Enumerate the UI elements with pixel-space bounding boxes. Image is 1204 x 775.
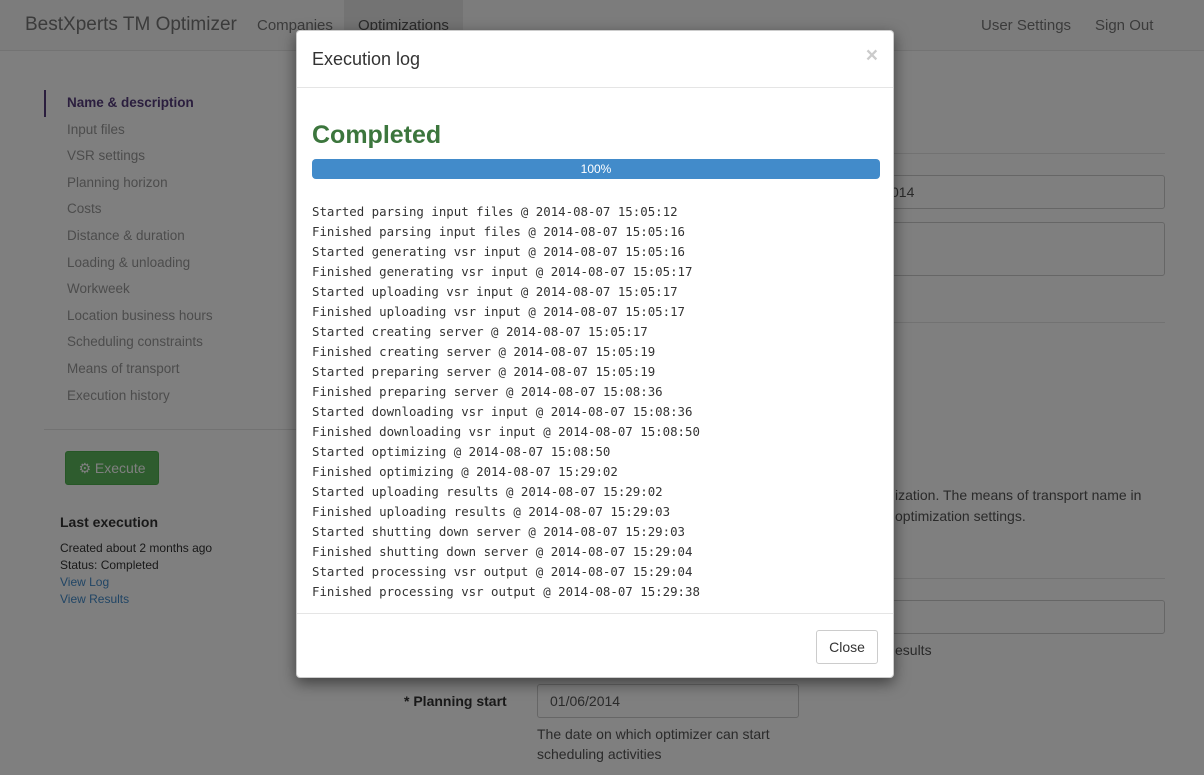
progress-bar: 100% (312, 159, 880, 179)
log-line: Started preparing server @ 2014-08-07 15… (312, 364, 656, 379)
status-heading: Completed (312, 121, 442, 149)
log-line: Started processing vsr output @ 2014-08-… (312, 564, 693, 579)
log-line: Finished creating server @ 2014-08-07 15… (312, 344, 656, 359)
log-line: Started creating server @ 2014-08-07 15:… (312, 324, 648, 339)
log-line: Started optimizing @ 2014-08-07 15:08:50 (312, 444, 611, 459)
close-button[interactable]: Close (816, 630, 878, 664)
log-line: Started parsing input files @ 2014-08-07… (312, 204, 678, 219)
log-line: Finished processing vsr output @ 2014-08… (312, 584, 700, 599)
log-line: Finished downloading vsr input @ 2014-08… (312, 424, 700, 439)
execution-log-modal: Execution log × Completed 100% Started p… (296, 30, 894, 678)
modal-title: Execution log (312, 49, 421, 69)
modal-header: Execution log × (297, 31, 893, 88)
progress-track: 100% (312, 159, 880, 179)
log-line: Finished optimizing @ 2014-08-07 15:29:0… (312, 464, 618, 479)
close-icon[interactable]: × (866, 45, 878, 66)
log-line: Finished generating vsr input @ 2014-08-… (312, 264, 693, 279)
log-line: Finished uploading vsr input @ 2014-08-0… (312, 304, 685, 319)
log-line: Finished preparing server @ 2014-08-07 1… (312, 384, 663, 399)
log-line: Finished parsing input files @ 2014-08-0… (312, 224, 685, 239)
modal-footer: Close (297, 613, 893, 679)
log-line: Started uploading results @ 2014-08-07 1… (312, 484, 663, 499)
log-line: Finished shutting down server @ 2014-08-… (312, 544, 693, 559)
log-line: Started generating vsr input @ 2014-08-0… (312, 244, 685, 259)
log-line: Started shutting down server @ 2014-08-0… (312, 524, 685, 539)
execution-log: Started parsing input files @ 2014-08-07… (312, 202, 880, 602)
log-line: Started downloading vsr input @ 2014-08-… (312, 404, 693, 419)
log-line: Finished uploading results @ 2014-08-07 … (312, 504, 671, 519)
log-line: Started uploading vsr input @ 2014-08-07… (312, 284, 678, 299)
